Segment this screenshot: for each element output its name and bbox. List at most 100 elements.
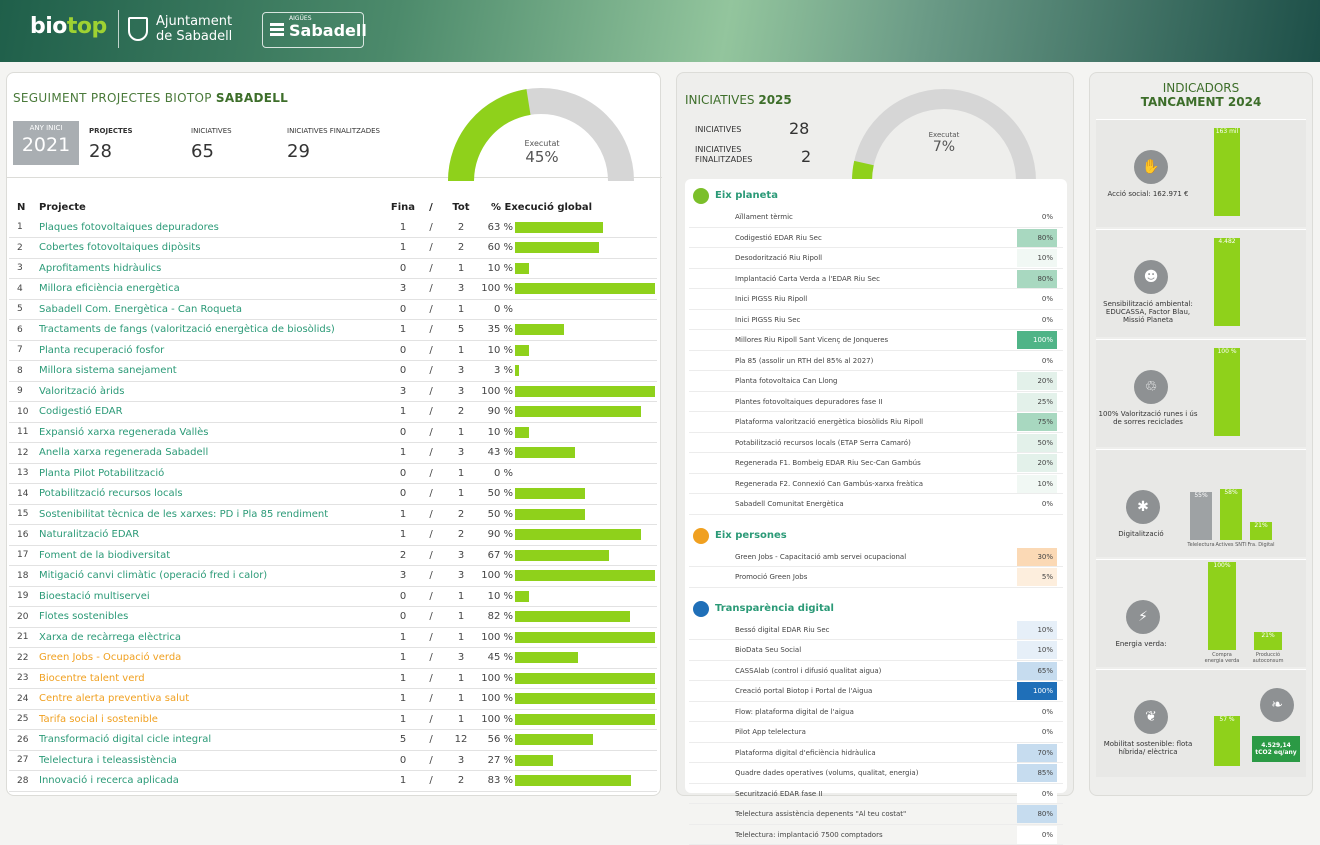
table-row[interactable]: 13Planta Pilot Potabilització0/10 % — [9, 463, 657, 484]
initiative-row[interactable]: Plataforma digital d'eficiència hidràuli… — [689, 743, 1063, 764]
initiative-row[interactable]: Green Jobs - Capacitació amb servei ocup… — [689, 547, 1063, 568]
table-row[interactable]: 19Bioestació multiservei0/110 % — [9, 586, 657, 607]
project-name[interactable]: Xarxa de recàrrega elèctrica — [39, 627, 387, 648]
table-row[interactable]: 9Valorització àrids3/3100 % — [9, 381, 657, 402]
table-row[interactable]: 1Plaques fotovoltaiques depuradores1/263… — [9, 217, 657, 238]
col-n[interactable]: N — [9, 197, 39, 217]
total-count: 1 — [443, 668, 479, 689]
initiative-row[interactable]: Inici PIGSS Riu Sec0% — [689, 310, 1063, 331]
initiative-row[interactable]: Pilot App telelectura0% — [689, 722, 1063, 743]
project-name[interactable]: Aprofitaments hidràulics — [39, 258, 387, 279]
initiative-row[interactable]: Creació portal Biotop i Portal de l'Aigu… — [689, 681, 1063, 702]
project-name[interactable]: Potabilització recursos locals — [39, 484, 387, 505]
table-row[interactable]: 7Planta recuperació fosfor0/110 % — [9, 340, 657, 361]
col-total[interactable]: Tot — [443, 197, 479, 217]
table-row[interactable]: 6Tractaments de fangs (valorització ener… — [9, 320, 657, 341]
table-row[interactable]: 3Aprofitaments hidràulics0/110 % — [9, 258, 657, 279]
project-name[interactable]: Bioestació multiservei — [39, 586, 387, 607]
table-row[interactable]: 26Transformació digital cicle integral5/… — [9, 730, 657, 751]
table-row[interactable]: 21Xarxa de recàrrega elèctrica1/1100 % — [9, 627, 657, 648]
project-name[interactable]: Foment de la biodiversitat — [39, 545, 387, 566]
table-row[interactable]: 5Sabadell Com. Energètica - Can Roqueta0… — [9, 299, 657, 320]
project-name[interactable]: Millora eficiència energètica — [39, 279, 387, 300]
project-name[interactable]: Codigestió EDAR — [39, 402, 387, 423]
table-row[interactable]: 27Telelectura i teleassistència0/327 % — [9, 750, 657, 771]
initiative-value: 25% — [1017, 393, 1057, 411]
initiative-row[interactable]: CASSAlab (control i difusió qualitat aig… — [689, 661, 1063, 682]
table-row[interactable]: 18Mitigació canvi climàtic (operació fre… — [9, 566, 657, 587]
initiative-row[interactable]: Flow: plataforma digital de l'aigua0% — [689, 702, 1063, 723]
project-name[interactable]: Tractaments de fangs (valorització energ… — [39, 320, 387, 341]
section-header[interactable]: Transparència digital — [689, 598, 1063, 620]
table-row[interactable]: 14Potabilització recursos locals0/150 % — [9, 484, 657, 505]
table-row[interactable]: 15Sostenibilitat tècnica de les xarxes: … — [9, 504, 657, 525]
table-row[interactable]: 25Tarifa social i sostenible1/1100 % — [9, 709, 657, 730]
project-name[interactable]: Anella xarxa regenerada Sabadell — [39, 443, 387, 464]
initiative-row[interactable]: Quadre dades operatives (volums, qualita… — [689, 763, 1063, 784]
initiative-row[interactable]: Codigestió EDAR Riu Sec80% — [689, 228, 1063, 249]
ajuntament-logo[interactable]: Ajuntament de Sabadell — [156, 14, 232, 44]
table-row[interactable]: 23Biocentre talent verd1/1100 % — [9, 668, 657, 689]
section-header[interactable]: Eix persones — [689, 525, 1063, 547]
col-project[interactable]: Projecte — [39, 197, 387, 217]
initiative-row[interactable]: Promoció Green Jobs5% — [689, 567, 1063, 588]
table-row[interactable]: 2Cobertes fotovoltaiques dipòsits1/260 % — [9, 238, 657, 259]
project-name[interactable]: Cobertes fotovoltaiques dipòsits — [39, 238, 387, 259]
initiative-row[interactable]: Plantes fotovoltaiques depuradores fase … — [689, 392, 1063, 413]
project-name[interactable]: Mitigació canvi climàtic (operació fred … — [39, 566, 387, 587]
table-row[interactable]: 8Millora sistema sanejament0/33 % — [9, 361, 657, 382]
aigues-sabadell-logo[interactable]: AIGÜES Sabadell — [262, 12, 364, 48]
initiative-row[interactable]: Planta fotovoltaica Can Llong20% — [689, 371, 1063, 392]
biotop-logo[interactable]: biotop — [30, 14, 107, 39]
project-name[interactable]: Telelectura i teleassistència — [39, 750, 387, 771]
initiative-row[interactable]: Desodorització Riu Ripoll10% — [689, 248, 1063, 269]
table-row[interactable]: 24Centre alerta preventiva salut1/1100 % — [9, 689, 657, 710]
initiative-row[interactable]: BioData Seu Social10% — [689, 640, 1063, 661]
section-header[interactable]: Eix planeta — [689, 185, 1063, 207]
table-row[interactable]: 11Expansió xarxa regenerada Vallès0/110 … — [9, 422, 657, 443]
initiative-row[interactable]: Millores Riu Ripoll Sant Vicenç de Jonqu… — [689, 330, 1063, 351]
table-row[interactable]: 17Foment de la biodiversitat2/367 % — [9, 545, 657, 566]
project-name[interactable]: Biocentre talent verd — [39, 668, 387, 689]
initiative-row[interactable]: Sabadell Comunitat Energètica0% — [689, 494, 1063, 515]
initiative-row[interactable]: Aïllament tèrmic0% — [689, 207, 1063, 228]
project-name[interactable]: Plaques fotovoltaiques depuradores — [39, 217, 387, 238]
initiative-row[interactable]: Pla 85 (assolir un RTH del 85% al 2027)0… — [689, 351, 1063, 372]
initiative-row[interactable]: Potabilització recursos locals (ETAP Ser… — [689, 433, 1063, 454]
table-row[interactable]: 10Codigestió EDAR1/290 % — [9, 402, 657, 423]
initiative-row[interactable]: Telelectura assistència depenents "Al te… — [689, 804, 1063, 825]
project-name[interactable]: Sabadell Com. Energètica - Can Roqueta — [39, 299, 387, 320]
project-name[interactable]: Expansió xarxa regenerada Vallès — [39, 422, 387, 443]
initiative-row[interactable]: Implantació Carta Verda a l'EDAR Riu Sec… — [689, 269, 1063, 290]
col-finished[interactable]: Fina — [387, 197, 419, 217]
table-row[interactable]: 28Innovació i recerca aplicada1/283 % — [9, 771, 657, 792]
table-row[interactable]: 20Flotes sostenibles0/182 % — [9, 607, 657, 628]
project-name[interactable]: Millora sistema sanejament — [39, 361, 387, 382]
initiative-row[interactable]: Regenerada F1. Bombeig EDAR Riu Sec-Can … — [689, 453, 1063, 474]
project-name[interactable]: Transformació digital cicle integral — [39, 730, 387, 751]
initiative-row[interactable]: Inici PIGSS Riu Ripoll0% — [689, 289, 1063, 310]
project-name[interactable]: Planta recuperació fosfor — [39, 340, 387, 361]
project-name[interactable]: Sostenibilitat tècnica de les xarxes: PD… — [39, 504, 387, 525]
project-name[interactable]: Planta Pilot Potabilització — [39, 463, 387, 484]
project-name[interactable]: Valorització àrids — [39, 381, 387, 402]
execution-percent: 10 % — [479, 258, 515, 279]
initiative-label: Potabilització recursos locals (ETAP Ser… — [735, 439, 911, 447]
initiative-row[interactable]: Bessó digital EDAR Riu Sec10% — [689, 620, 1063, 641]
project-name[interactable]: Green Jobs - Ocupació verda — [39, 648, 387, 669]
project-name[interactable]: Flotes sostenibles — [39, 607, 387, 628]
table-row[interactable]: 12Anella xarxa regenerada Sabadell1/343 … — [9, 443, 657, 464]
project-name[interactable]: Naturalització EDAR — [39, 525, 387, 546]
project-name[interactable]: Innovació i recerca aplicada — [39, 771, 387, 792]
col-execution[interactable]: % Execució global — [479, 197, 657, 217]
row-number: 19 — [9, 586, 39, 607]
initiative-row[interactable]: Regenerada F2. Connexió Can Gambús-xarxa… — [689, 474, 1063, 495]
project-name[interactable]: Centre alerta preventiva salut — [39, 689, 387, 710]
table-row[interactable]: 22Green Jobs - Ocupació verda1/345 % — [9, 648, 657, 669]
table-row[interactable]: 16Naturalització EDAR1/290 % — [9, 525, 657, 546]
project-name[interactable]: Tarifa social i sostenible — [39, 709, 387, 730]
initiative-row[interactable]: Telelectura: implantació 7500 comptadors… — [689, 825, 1063, 845]
table-row[interactable]: 4Millora eficiència energètica3/3100 % — [9, 279, 657, 300]
execution-bar-cell — [515, 730, 657, 751]
initiative-row[interactable]: Plataforma valorització energètica biosò… — [689, 412, 1063, 433]
